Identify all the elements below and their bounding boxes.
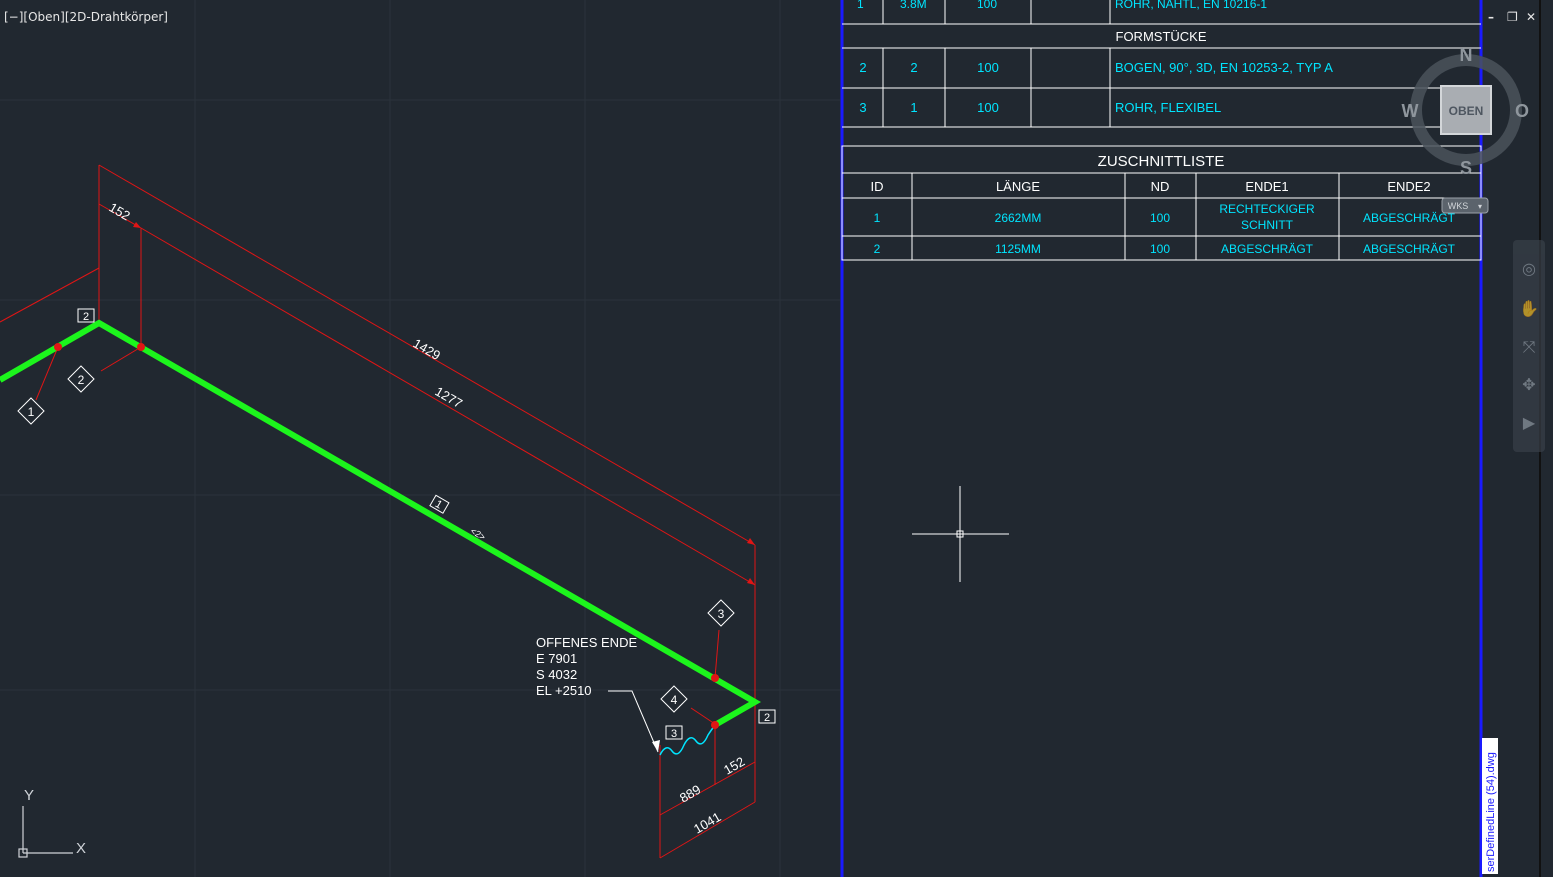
restore-button[interactable]: ❐ <box>1507 10 1518 24</box>
svg-text:2: 2 <box>859 60 866 75</box>
svg-text:2: 2 <box>910 60 917 75</box>
bom-partial-row: 1 3.8M 100 ROHR, NAHTL, EN 10216-1 <box>857 0 1267 11</box>
crosshair-cursor <box>912 486 1009 582</box>
weld-point <box>137 343 145 351</box>
svg-text:2662MM: 2662MM <box>995 211 1042 225</box>
svg-text:ABGESCHRÄGT: ABGESCHRÄGT <box>1363 242 1456 256</box>
svg-text:100: 100 <box>1150 242 1170 256</box>
bom-row: 2 2 100 BOGEN, 90°, 3D, EN 10253-2, TYP … <box>859 60 1333 75</box>
drawing-canvas[interactable]: 1 2 3 4 2 2 3 1 <2> 152 1429 1277 889 15… <box>0 0 1553 877</box>
pipe-centerline[interactable] <box>0 319 762 728</box>
open-end-line4: EL +2510 <box>536 683 592 698</box>
ucs-y-label: Y <box>24 787 34 804</box>
dim-152-top: 152 <box>107 200 133 224</box>
steering-wheel-icon[interactable]: ◎ <box>1517 252 1541 286</box>
wcs-menu-label: WKS <box>1448 201 1469 211</box>
ucs-x-label: X <box>76 840 86 857</box>
svg-text:1: 1 <box>910 100 917 115</box>
viewcube-face-label: OBEN <box>1449 104 1484 118</box>
cut-header-nd: ND <box>1151 179 1170 194</box>
svg-text:RECHTECKIGER: RECHTECKIGER <box>1219 202 1315 216</box>
svg-text:100: 100 <box>1150 211 1170 225</box>
open-end-line1: OFFENES ENDE <box>536 635 637 650</box>
open-end-line2: E 7901 <box>536 651 577 666</box>
tag-elbow-bottom: 2 <box>764 712 770 724</box>
dim-1429: 1429 <box>411 336 444 363</box>
bom-row: 3 1 100 ROHR, FLEXIBEL <box>859 100 1221 115</box>
open-end-line3: S 4032 <box>536 667 577 682</box>
leader-arrow <box>652 740 660 752</box>
svg-text:ABGESCHRÄGT: ABGESCHRÄGT <box>1363 211 1456 225</box>
zoom-extents-icon[interactable]: ⤧ <box>1517 330 1541 364</box>
grid <box>0 0 840 877</box>
open-end-annotation: OFFENES ENDE E 7901 S 4032 EL +2510 <box>536 635 637 698</box>
svg-text:SCHNITT: SCHNITT <box>1241 218 1294 232</box>
svg-text:100: 100 <box>977 0 997 11</box>
svg-text:100: 100 <box>977 100 999 115</box>
cut-header-end1: ENDE1 <box>1245 179 1288 194</box>
close-button[interactable]: ✕ <box>1526 10 1536 24</box>
dim-152-bottom: 152 <box>721 754 747 778</box>
svg-text:1125MM: 1125MM <box>995 242 1041 256</box>
tag-flex: 3 <box>671 728 677 740</box>
balloon-2-text: 2 <box>78 373 85 387</box>
svg-text:100: 100 <box>977 60 999 75</box>
navigation-bar: ◎ ✋ ⤧ ✥ ▶ <box>1513 240 1545 452</box>
compass-south[interactable]: S <box>1460 158 1472 178</box>
svg-text:ABGESCHRÄGT: ABGESCHRÄGT <box>1221 242 1314 256</box>
weld-point <box>711 721 719 729</box>
tag-pipe: 1 <box>433 498 444 511</box>
chevron-down-icon: ▾ <box>1478 202 1482 211</box>
minimize-button[interactable]: – <box>1488 10 1494 24</box>
cut-table-row: 2 1125MM 100 ABGESCHRÄGT ABGESCHRÄGT <box>874 242 1456 256</box>
cut-header-end2: ENDE2 <box>1387 179 1430 194</box>
pan-hand-icon[interactable]: ✋ <box>1517 292 1541 326</box>
cut-table-header: ID LÄNGE ND ENDE1 ENDE2 <box>871 179 1431 194</box>
svg-text:2: 2 <box>874 242 881 256</box>
dim-889: 889 <box>677 782 703 806</box>
weld-points <box>54 343 719 729</box>
balloon-4-text: 4 <box>671 693 678 707</box>
wcs-menu[interactable]: WKS ▾ <box>1441 197 1489 214</box>
viewport-controls-label[interactable]: [−][Oben][2D-Drahtkörper] <box>4 10 168 24</box>
showmotion-icon[interactable]: ▶ <box>1517 406 1541 440</box>
leader-line <box>608 690 659 753</box>
ucs-icon <box>18 806 73 858</box>
tag-elbow-top: 2 <box>83 311 89 323</box>
compass-west[interactable]: W <box>1402 101 1419 121</box>
cut-header-id: ID <box>871 179 884 194</box>
balloon-shapes <box>17 365 735 713</box>
balloon-labels: 1 2 3 4 <box>28 373 725 707</box>
svg-text:1: 1 <box>857 0 864 11</box>
balloon-3-text: 3 <box>718 607 725 621</box>
bom-section-header: FORMSTÜCKE <box>1116 29 1207 44</box>
flex-pipe[interactable] <box>659 724 716 756</box>
layout-tab-label[interactable]: serDefinedLine (54).dwg <box>1485 752 1497 872</box>
orbit-icon[interactable]: ✥ <box>1517 368 1541 402</box>
weld-point <box>54 343 62 351</box>
dimensions <box>0 164 756 859</box>
balloon-1-text: 1 <box>28 405 35 419</box>
svg-text:1: 1 <box>874 211 881 225</box>
cut-header-length: LÄNGE <box>996 179 1040 194</box>
svg-text:BOGEN, 90°, 3D, EN 10253-2, TY: BOGEN, 90°, 3D, EN 10253-2, TYP A <box>1115 60 1333 75</box>
svg-text:3: 3 <box>859 100 866 115</box>
cut-table-title: ZUSCHNITTLISTE <box>1098 153 1225 170</box>
cut-table-row: 1 2662MM 100 RECHTECKIGER SCHNITT ABGESC… <box>874 202 1456 232</box>
weld-point <box>711 674 719 682</box>
svg-text:ROHR, FLEXIBEL: ROHR, FLEXIBEL <box>1115 100 1221 115</box>
svg-text:3.8M: 3.8M <box>900 0 927 11</box>
dim-1041: 1041 <box>691 809 724 836</box>
compass-east[interactable]: O <box>1515 101 1529 121</box>
compass-north[interactable]: N <box>1460 45 1473 65</box>
svg-text:ROHR, NAHTL, EN 10216-1: ROHR, NAHTL, EN 10216-1 <box>1115 0 1267 11</box>
viewcube[interactable]: OBEN N S W O <box>1402 45 1530 178</box>
